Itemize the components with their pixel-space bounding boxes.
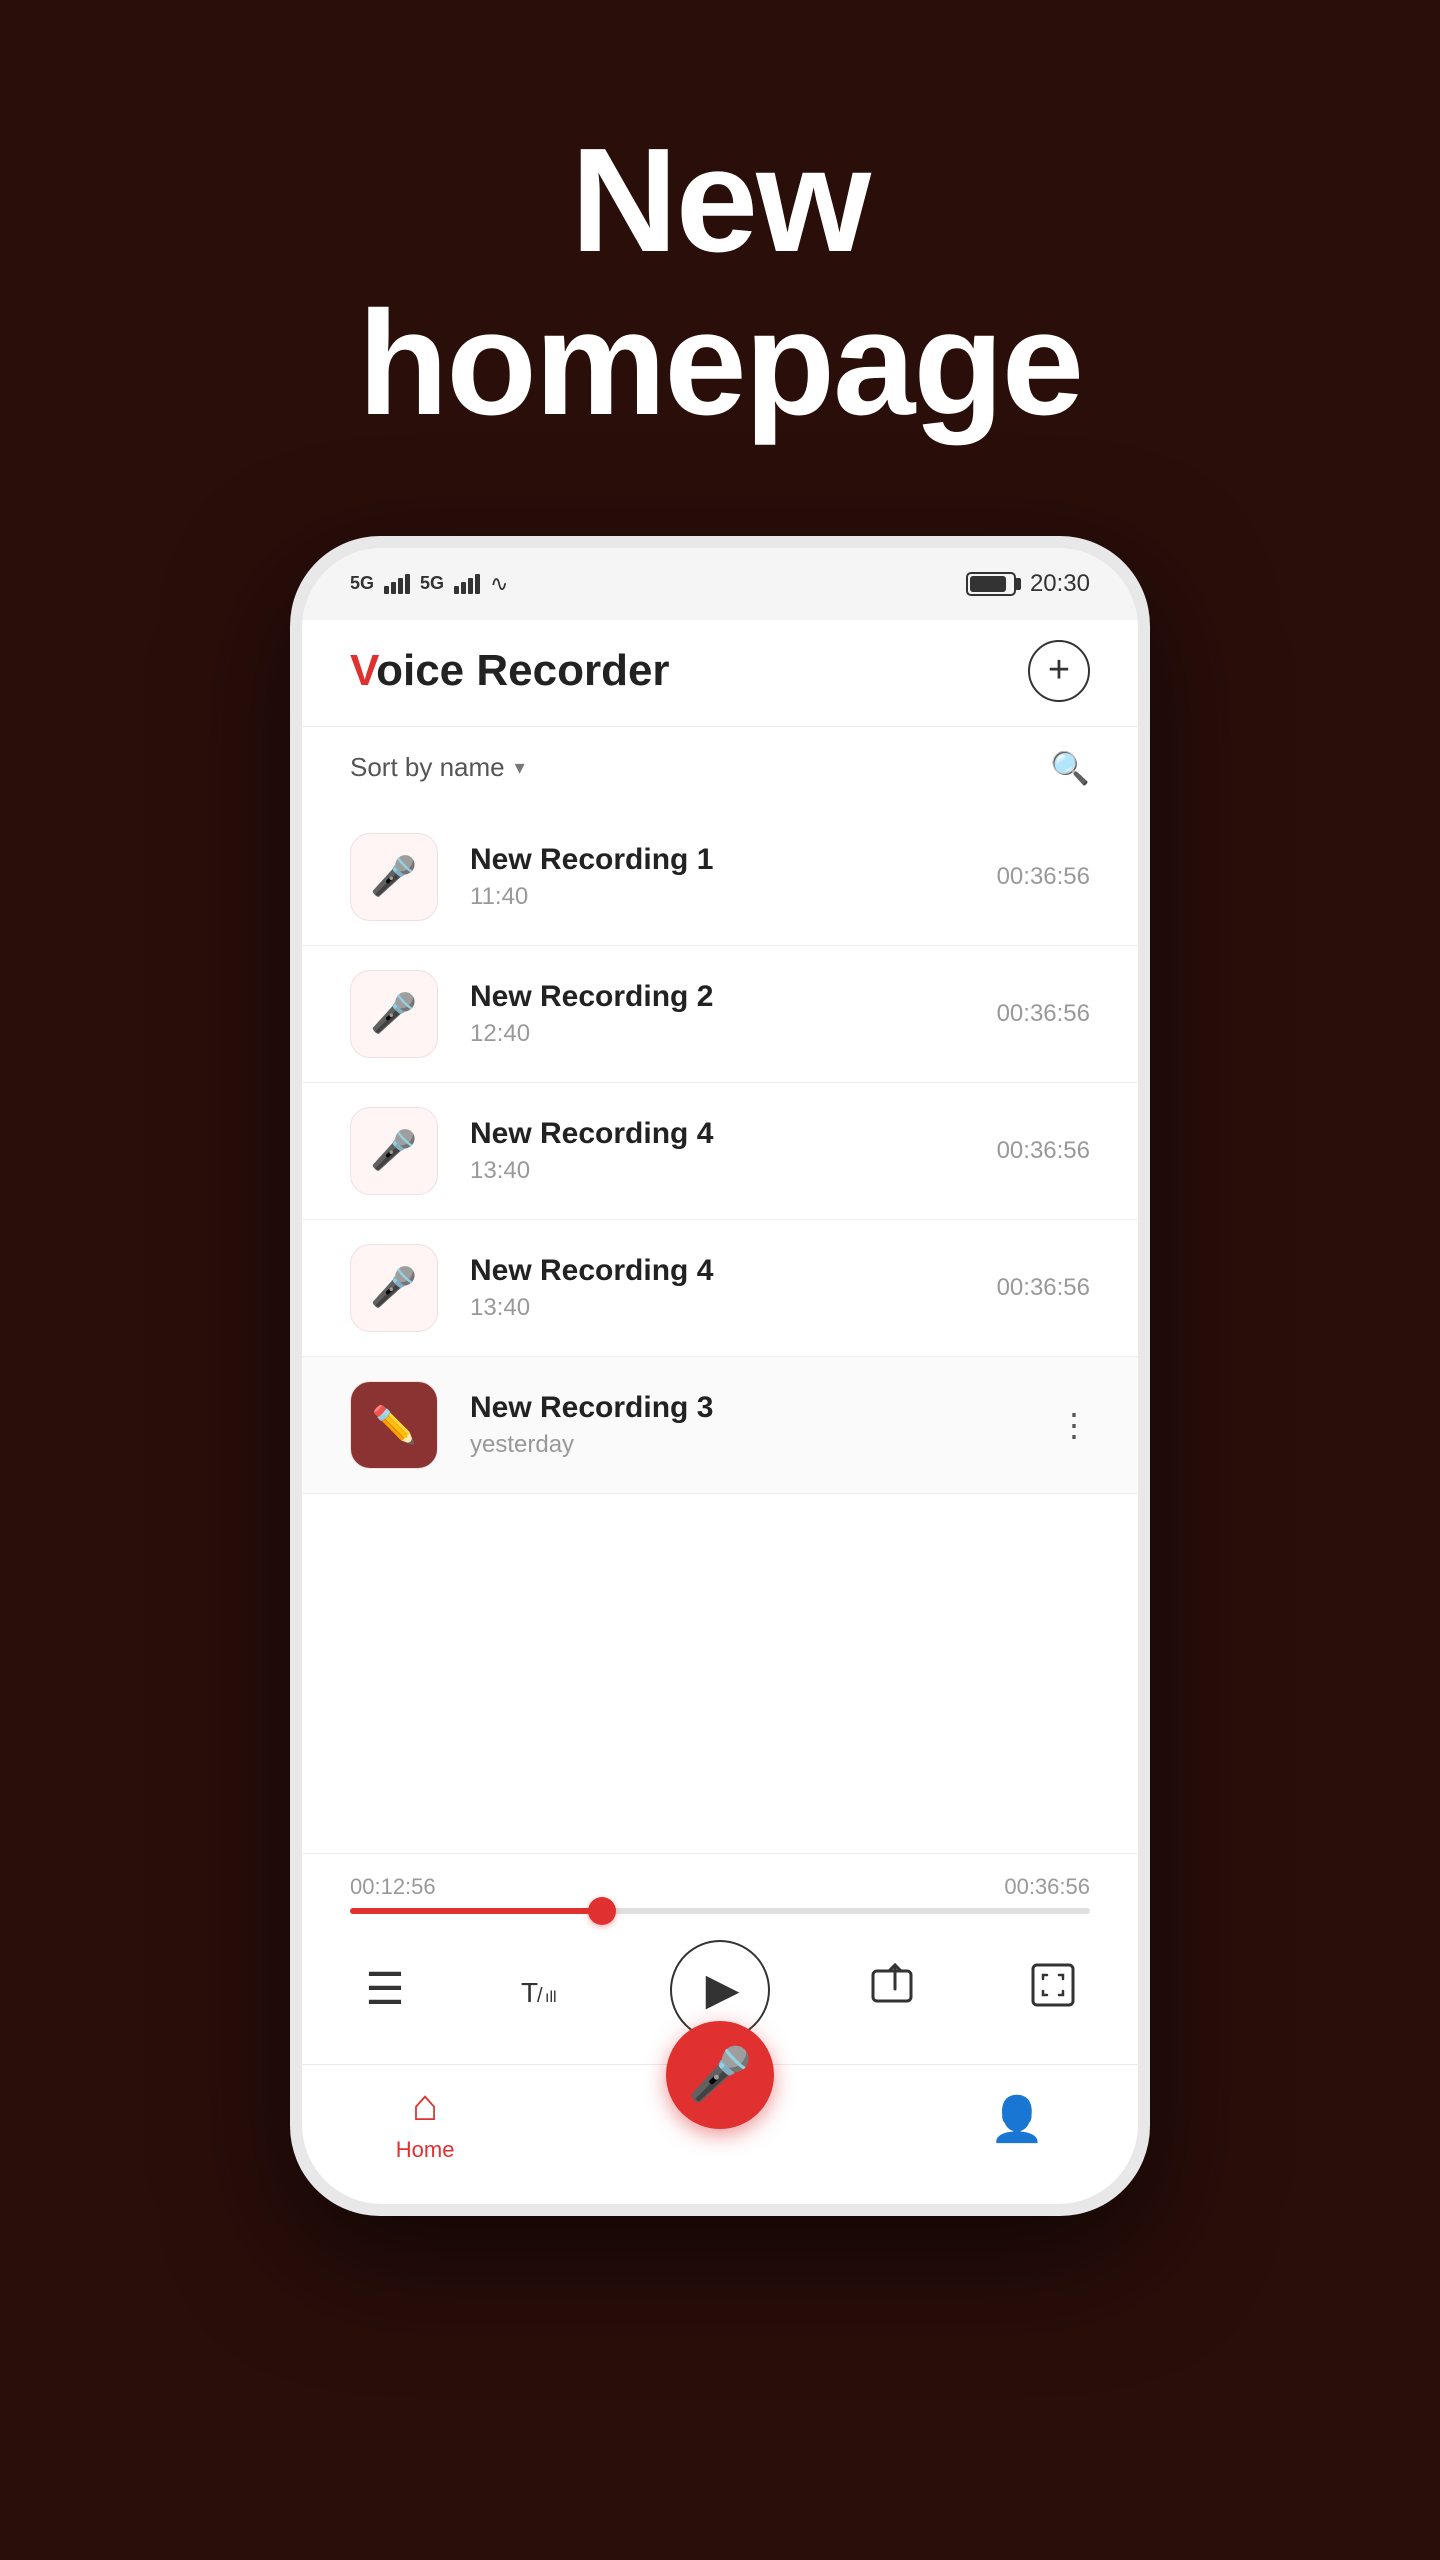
recording-info: New Recording 3 yesterday (470, 1391, 1038, 1459)
recording-item[interactable]: 🎤 New Recording 4 13:40 00:36:56 (302, 1220, 1138, 1357)
playback-bar: 00:12:56 00:36:56 (302, 1853, 1138, 1924)
recording-item[interactable]: 🎤 New Recording 1 11:40 00:36:56 (302, 809, 1138, 946)
wifi-icon: ∿ (490, 571, 508, 597)
progress-track[interactable] (350, 1908, 1090, 1914)
headline: New homepage (358, 120, 1082, 446)
status-time: 20:30 (1030, 570, 1090, 598)
home-label: Home (396, 2137, 455, 2163)
phone-mockup: 5G 5G ∿ 20:30 Voice Recorder (290, 536, 1150, 2216)
status-left: 5G 5G ∿ (350, 571, 508, 597)
recording-info: New Recording 4 13:40 (470, 1254, 997, 1322)
recording-time: 11:40 (470, 883, 997, 911)
svg-text:/: / (537, 1985, 543, 2007)
app-title: Voice Recorder (350, 646, 670, 696)
recording-name: New Recording 1 (470, 843, 997, 877)
time-total: 00:36:56 (1004, 1874, 1090, 1900)
headline-line2: homepage (358, 283, 1082, 446)
sort-bar: Sort by name ▾ 🔍 (302, 727, 1138, 809)
recording-thumb-edit: ✏️ (350, 1381, 438, 1469)
recording-thumb: 🎤 (350, 970, 438, 1058)
network-1-label: 5G (350, 573, 374, 594)
mic-icon: 🎤 (370, 992, 417, 1036)
recording-name: New Recording 3 (470, 1391, 1038, 1425)
transcribe-icon: T / ıll (519, 1968, 571, 2012)
home-icon: ⌂ (412, 2081, 439, 2131)
recording-item[interactable]: 🎤 New Recording 2 12:40 00:36:56 (302, 946, 1138, 1083)
recording-list: 🎤 New Recording 1 11:40 00:36:56 🎤 New R… (302, 809, 1138, 1853)
progress-fill (350, 1908, 602, 1914)
recording-info: New Recording 2 12:40 (470, 980, 997, 1048)
fab-mic-icon: 🎤 (688, 2044, 753, 2105)
signal-bars-1 (384, 574, 410, 594)
network-2-label: 5G (420, 573, 444, 594)
play-icon: ▶ (706, 1964, 740, 2015)
recording-time: 12:40 (470, 1020, 997, 1048)
mic-icon: 🎤 (370, 1266, 417, 1310)
phone-screen: 5G 5G ∿ 20:30 Voice Recorder (302, 548, 1138, 2204)
battery-icon (966, 572, 1016, 596)
search-icon[interactable]: 🔍 (1050, 749, 1090, 787)
time-current: 00:12:56 (350, 1874, 436, 1900)
sort-selector[interactable]: Sort by name ▾ (350, 752, 525, 783)
expand-icon (1029, 1961, 1081, 2018)
app-header: Voice Recorder + (302, 620, 1138, 727)
recording-info: New Recording 4 13:40 (470, 1117, 997, 1185)
share-icon (869, 1961, 921, 2018)
chevron-down-icon: ▾ (515, 755, 525, 780)
recording-menu-icon[interactable]: ⋮ (1058, 1406, 1090, 1444)
svg-text:ıll: ıll (545, 1989, 557, 2006)
status-bar: 5G 5G ∿ 20:30 (302, 548, 1138, 620)
record-fab-button[interactable]: 🎤 (666, 2021, 774, 2129)
recording-time: 13:40 (470, 1157, 997, 1185)
menu-icon: ☰ (365, 1964, 404, 2015)
svg-text:T: T (521, 1977, 538, 2008)
recording-thumb: 🎤 (350, 1244, 438, 1332)
menu-control-button[interactable]: ☰ (350, 1955, 420, 2025)
add-button[interactable]: + (1028, 640, 1090, 702)
title-rest: oice Recorder (376, 646, 669, 695)
recording-info: New Recording 1 11:40 (470, 843, 997, 911)
recording-duration: 00:36:56 (997, 863, 1090, 891)
share-button[interactable] (860, 1955, 930, 2025)
recording-duration: 00:36:56 (997, 1274, 1090, 1302)
recording-thumb: 🎤 (350, 1107, 438, 1195)
sort-label: Sort by name (350, 752, 505, 783)
recording-thumb: 🎤 (350, 833, 438, 921)
recording-duration: 00:36:56 (997, 1137, 1090, 1165)
headline-line1: New (358, 120, 1082, 283)
recording-name: New Recording 4 (470, 1117, 997, 1151)
progress-thumb[interactable] (588, 1897, 616, 1925)
expand-button[interactable] (1020, 1955, 1090, 2025)
mic-icon: 🎤 (370, 855, 417, 899)
recording-duration: 00:36:56 (997, 1000, 1090, 1028)
edit-icon: ✏️ (372, 1404, 417, 1446)
nav-item-profile[interactable]: 👤 (989, 2093, 1044, 2151)
progress-times: 00:12:56 00:36:56 (350, 1874, 1090, 1900)
mic-icon: 🎤 (370, 1129, 417, 1173)
recording-item[interactable]: 🎤 New Recording 4 13:40 00:36:56 (302, 1083, 1138, 1220)
signal-bars-2 (454, 574, 480, 594)
transcribe-button[interactable]: T / ıll (510, 1955, 580, 2025)
recording-item-active[interactable]: ✏️ New Recording 3 yesterday ⋮ (302, 1357, 1138, 1494)
recording-name: New Recording 4 (470, 1254, 997, 1288)
status-right: 20:30 (966, 570, 1090, 598)
profile-icon: 👤 (989, 2093, 1044, 2145)
bottom-nav: 🎤 ⌂ Home 👤 (302, 2064, 1138, 2204)
nav-item-home[interactable]: ⌂ Home (396, 2081, 455, 2163)
recording-name: New Recording 2 (470, 980, 997, 1014)
recording-time: yesterday (470, 1431, 1038, 1459)
title-v: V (350, 646, 376, 695)
battery-fill (970, 576, 1006, 592)
recording-time: 13:40 (470, 1294, 997, 1322)
